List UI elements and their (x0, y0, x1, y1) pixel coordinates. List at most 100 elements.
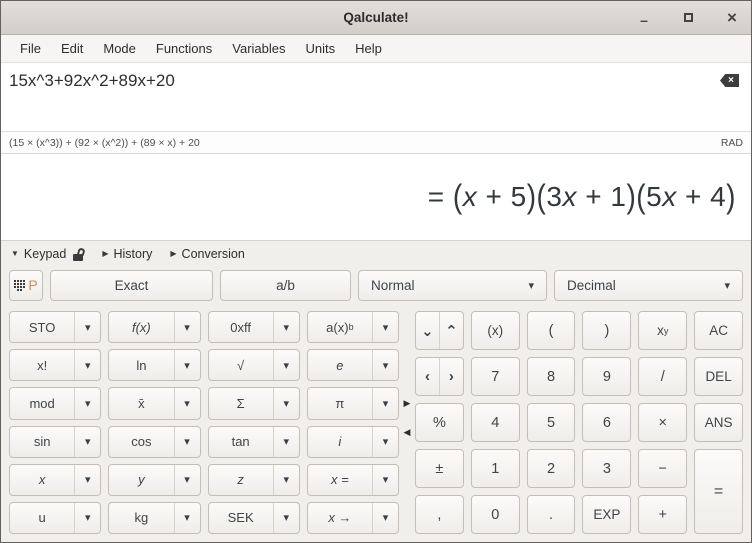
key-close-paren[interactable]: ) (582, 311, 631, 350)
key-minus[interactable]: − (638, 449, 687, 488)
dropdown-arrow-icon[interactable]: ▾ (372, 388, 398, 418)
tab-keypad[interactable]: ▼ Keypad (11, 247, 84, 261)
keypad-button-var-x[interactable]: x ▾ (9, 464, 101, 496)
key-power[interactable]: xy (638, 311, 687, 350)
key-3[interactable]: 3 (582, 449, 631, 488)
dropdown-arrow-icon[interactable]: ▾ (174, 388, 200, 418)
dropdown-arrow-icon[interactable]: ▾ (273, 312, 299, 342)
cursor-leftright-button[interactable]: ‹ › (415, 357, 464, 396)
dropdown-arrow-icon[interactable]: ▾ (372, 350, 398, 380)
keypad-button-x-arrow[interactable]: x → ▾ (307, 502, 399, 534)
dropdown-arrow-icon[interactable]: ▾ (273, 350, 299, 380)
fraction-toggle-button[interactable]: a/b (220, 270, 351, 301)
menu-variables[interactable]: Variables (222, 37, 295, 60)
keypad-button-mod[interactable]: mod ▾ (9, 387, 101, 419)
key-comma[interactable]: , (415, 495, 464, 534)
key-plus[interactable]: + (638, 495, 687, 534)
key-6[interactable]: 6 (582, 403, 631, 442)
dropdown-arrow-icon[interactable]: ▾ (273, 503, 299, 533)
unlock-icon[interactable] (73, 247, 84, 261)
keypad-button-sto[interactable]: STO ▾ (9, 311, 101, 343)
dropdown-arrow-icon[interactable]: ▾ (74, 427, 100, 457)
pane-expand-right-icon[interactable]: ▶ (404, 399, 411, 408)
keypad-button-ln[interactable]: ln ▾ (108, 349, 200, 381)
keypad-button-power-function[interactable]: a(x)b ▾ (307, 311, 399, 343)
keypad-button-sqrt[interactable]: √ ▾ (208, 349, 300, 381)
dropdown-arrow-icon[interactable]: ▾ (273, 427, 299, 457)
dropdown-arrow-icon[interactable]: ▾ (174, 465, 200, 495)
keypad-button-hex[interactable]: 0xff ▾ (208, 311, 300, 343)
key-dot[interactable]: . (527, 495, 576, 534)
dropdown-arrow-icon[interactable]: ▾ (74, 312, 100, 342)
key-del[interactable]: DEL (694, 357, 743, 396)
dropdown-arrow-icon[interactable]: ▾ (174, 312, 200, 342)
dropdown-arrow-icon[interactable]: ▾ (372, 427, 398, 457)
exact-toggle-button[interactable]: Exact (50, 270, 213, 301)
key-parens-x[interactable]: (x) (471, 311, 520, 350)
cursor-updown-button[interactable]: ⌄ ⌃ (415, 311, 464, 350)
key-5[interactable]: 5 (527, 403, 576, 442)
minimize-button[interactable]: – (635, 9, 653, 27)
number-base-dropdown[interactable]: Decimal ▾ (554, 270, 743, 301)
dropdown-arrow-icon[interactable]: ▾ (174, 427, 200, 457)
dropdown-arrow-icon[interactable]: ▾ (174, 350, 200, 380)
close-button[interactable]: × (723, 9, 741, 27)
maximize-button[interactable] (679, 9, 697, 27)
dropdown-arrow-icon[interactable]: ▾ (74, 388, 100, 418)
key-open-paren[interactable]: ( (527, 311, 576, 350)
key-percent[interactable]: % (415, 403, 464, 442)
key-1[interactable]: 1 (471, 449, 520, 488)
output-mode-dropdown[interactable]: Normal ▾ (358, 270, 547, 301)
chevron-down-icon[interactable]: ⌄ (416, 312, 439, 349)
keypad-button-e[interactable]: e ▾ (307, 349, 399, 381)
dropdown-arrow-icon[interactable]: ▾ (372, 503, 398, 533)
key-7[interactable]: 7 (471, 357, 520, 396)
key-9[interactable]: 9 (582, 357, 631, 396)
dropdown-arrow-icon[interactable]: ▾ (174, 503, 200, 533)
tab-conversion[interactable]: ▶ Conversion (170, 247, 244, 261)
dropdown-arrow-icon[interactable]: ▾ (74, 350, 100, 380)
expression-text[interactable]: 15x^3+92x^2+89x+20 (9, 71, 717, 91)
keypad-button-cos[interactable]: cos ▾ (108, 426, 200, 458)
dropdown-arrow-icon[interactable]: ▾ (74, 465, 100, 495)
dropdown-arrow-icon[interactable]: ▾ (273, 465, 299, 495)
dropdown-arrow-icon[interactable]: ▾ (372, 465, 398, 495)
key-plusminus[interactable]: ± (415, 449, 464, 488)
keypad-button-mean[interactable]: x̄ ▾ (108, 387, 200, 419)
key-multiply[interactable]: × (638, 403, 687, 442)
key-8[interactable]: 8 (527, 357, 576, 396)
menu-units[interactable]: Units (296, 37, 346, 60)
key-0[interactable]: 0 (471, 495, 520, 534)
key-2[interactable]: 2 (527, 449, 576, 488)
key-ac[interactable]: AC (694, 311, 743, 350)
keypad-button-unit-u[interactable]: u ▾ (9, 502, 101, 534)
expression-input[interactable]: 15x^3+92x^2+89x+20 × (1, 63, 751, 131)
key-4[interactable]: 4 (471, 403, 520, 442)
menu-functions[interactable]: Functions (146, 37, 222, 60)
pane-expand-left-icon[interactable]: ◀ (404, 428, 411, 437)
dropdown-arrow-icon[interactable]: ▾ (372, 312, 398, 342)
keypad-button-currency-sek[interactable]: SEK ▾ (208, 502, 300, 534)
keypad-button-x-equals[interactable]: x = ▾ (307, 464, 399, 496)
chevron-right-icon[interactable]: › (439, 358, 463, 395)
key-equals[interactable]: = (694, 449, 743, 534)
key-divide[interactable]: / (638, 357, 687, 396)
keypad-button-factorial[interactable]: x! ▾ (9, 349, 101, 381)
tab-history[interactable]: ▶ History (102, 247, 152, 261)
menu-edit[interactable]: Edit (51, 37, 93, 60)
key-exp[interactable]: EXP (582, 495, 631, 534)
dropdown-arrow-icon[interactable]: ▾ (273, 388, 299, 418)
key-ans[interactable]: ANS (694, 403, 743, 442)
keypad-button-tan[interactable]: tan ▾ (208, 426, 300, 458)
chevron-left-icon[interactable]: ‹ (416, 358, 439, 395)
keypad-button-sin[interactable]: sin ▾ (9, 426, 101, 458)
keypad-type-button[interactable]: P (9, 270, 43, 301)
keypad-button-unit-kg[interactable]: kg ▾ (108, 502, 200, 534)
keypad-button-fx[interactable]: f(x) ▾ (108, 311, 200, 343)
keypad-button-sum[interactable]: Σ ▾ (208, 387, 300, 419)
dropdown-arrow-icon[interactable]: ▾ (74, 503, 100, 533)
keypad-button-var-z[interactable]: z ▾ (208, 464, 300, 496)
keypad-button-imaginary[interactable]: i ▾ (307, 426, 399, 458)
keypad-button-var-y[interactable]: y ▾ (108, 464, 200, 496)
menu-mode[interactable]: Mode (93, 37, 146, 60)
